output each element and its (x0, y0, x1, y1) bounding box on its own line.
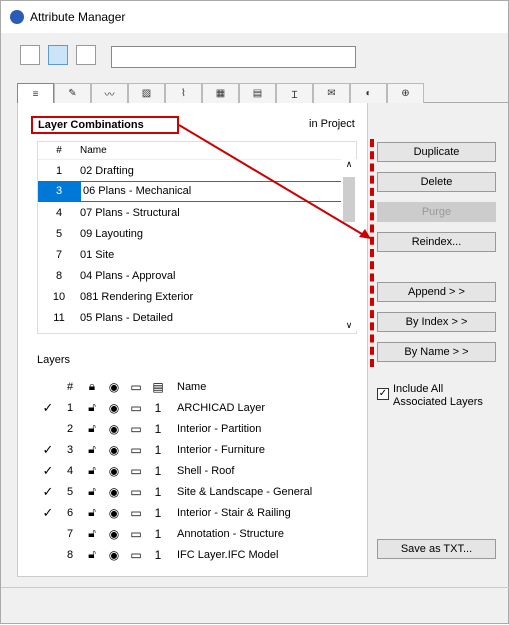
annotation-arrow (178, 124, 371, 239)
attribute-manager-window: Attribute Manager ≡ ✎ 〰 ▨ ⌇ ▦ ▤ Ɪ ✉ ◐ ⊕ … (0, 0, 509, 624)
